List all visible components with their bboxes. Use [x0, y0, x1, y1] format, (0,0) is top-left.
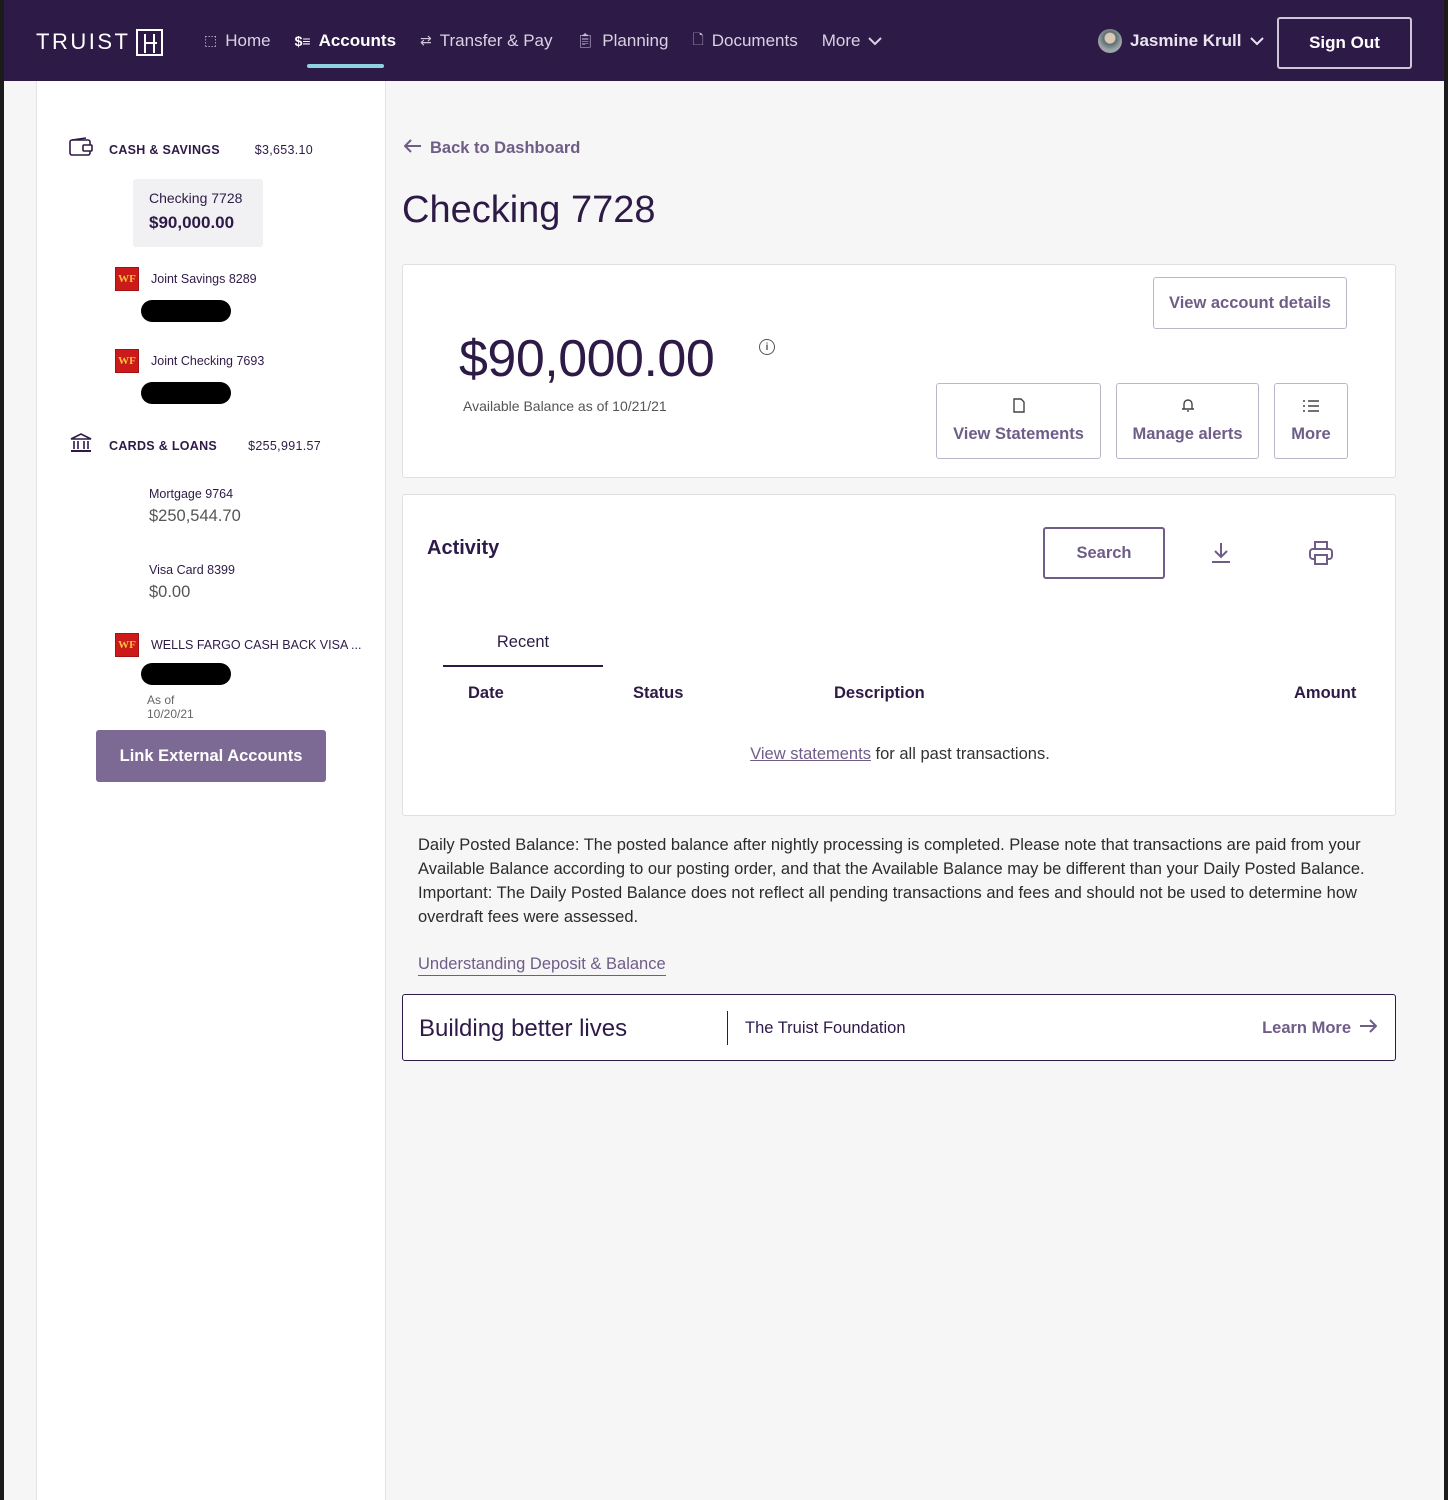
view-statements-label: View Statements — [953, 425, 1084, 443]
view-statements-button[interactable]: View Statements — [936, 383, 1101, 459]
cash-savings-total: $3,653.10 — [254, 143, 313, 157]
search-button[interactable]: Search — [1043, 527, 1165, 579]
more-actions-label: More — [1291, 424, 1331, 443]
account-name: Mortgage 9764 — [149, 487, 234, 501]
learn-more-label: Learn More — [1262, 1019, 1351, 1037]
account-name: Joint Checking 7693 — [151, 354, 265, 368]
account-balance: $90,000.00 — [149, 213, 235, 232]
account-visa-8399[interactable]: Visa Card 8399 $0.00 — [149, 563, 235, 602]
avatar — [1098, 29, 1122, 53]
as-of-date: As of 10/20/21 — [147, 693, 194, 721]
chevron-down-icon — [1249, 31, 1264, 51]
truist-foundation-banner: Building better lives The Truist Foundat… — [402, 994, 1396, 1061]
nav-home-label: Home — [225, 30, 271, 50]
cards-loans-title: CARDS & LOANS — [109, 439, 218, 453]
truist-logo[interactable]: TRUIST — [36, 28, 164, 56]
view-statements-link[interactable]: View statements — [750, 745, 871, 763]
logo-text: TRUIST — [36, 29, 131, 54]
account-balance: $250,544.70 — [149, 507, 241, 525]
nav-more-label: More — [821, 30, 861, 50]
accounts-sidebar: CASH & SAVINGS $3,653.10 Checking 7728 $… — [36, 81, 386, 1500]
activity-title: Activity — [427, 537, 500, 559]
info-icon[interactable]: i — [759, 339, 775, 355]
redacted-balance — [141, 300, 231, 322]
link-external-accounts-button[interactable]: Link External Accounts — [96, 730, 326, 782]
column-amount[interactable]: Amount — [1294, 684, 1356, 703]
page-title: Checking 7728 — [402, 189, 656, 231]
nav-planning-label: Planning — [602, 30, 669, 50]
app-window: TRUIST ⬚ Home $≡ Accounts ⇄ Transfer & P… — [4, 0, 1444, 1500]
account-checking-7728[interactable]: Checking 7728 $90,000.00 — [133, 179, 263, 247]
nav-transfer-pay[interactable]: ⇄ Transfer & Pay — [420, 0, 552, 81]
wallet-icon — [69, 137, 95, 163]
download-icon[interactable] — [1207, 539, 1235, 567]
manage-alerts-button[interactable]: Manage alerts — [1116, 383, 1259, 459]
truist-logo-mark-icon — [136, 28, 164, 56]
documents-icon: 🗋 — [692, 30, 704, 47]
planning-icon: 📋︎ — [576, 32, 595, 48]
view-account-details-button[interactable]: View account details — [1153, 277, 1347, 329]
wells-fargo-icon: WF — [115, 267, 139, 291]
nav-documents[interactable]: 🗋 Documents — [692, 0, 797, 81]
cash-savings-title: CASH & SAVINGS — [109, 143, 220, 157]
redacted-balance — [141, 382, 231, 404]
nav-planning[interactable]: 📋︎ Planning — [577, 0, 669, 81]
top-nav: TRUIST ⬚ Home $≡ Accounts ⇄ Transfer & P… — [4, 0, 1444, 81]
empty-transactions-message: View statements for all past transaction… — [403, 745, 1397, 764]
balance-subtitle: Available Balance as of 10/21/21 — [463, 398, 667, 414]
account-name: Visa Card 8399 — [149, 563, 235, 577]
activity-card: Activity Search Recent Date Status Descr… — [402, 494, 1396, 816]
nav-home[interactable]: ⬚ Home — [204, 0, 271, 81]
nav-transfer-label: Transfer & Pay — [439, 30, 553, 50]
understanding-deposit-balance-link[interactable]: Understanding Deposit & Balance — [418, 955, 666, 976]
promo-title: Building better lives — [419, 1015, 628, 1042]
daily-posted-balance-disclaimer: Daily Posted Balance: The posted balance… — [418, 836, 1365, 926]
column-status[interactable]: Status — [633, 684, 683, 703]
tab-recent[interactable]: Recent — [443, 621, 603, 667]
available-balance: $90,000.00 — [459, 330, 715, 388]
empty-message-text: for all past transactions. — [870, 745, 1050, 763]
account-mortgage-9764[interactable]: Mortgage 9764 $250,544.70 — [149, 487, 241, 526]
wells-fargo-icon: WF — [115, 349, 139, 373]
home-icon: ⬚ — [204, 32, 218, 48]
wells-fargo-icon: WF — [115, 633, 139, 657]
transfer-icon: ⇄ — [420, 32, 432, 48]
accounts-icon: $≡ — [294, 32, 311, 49]
chevron-down-icon — [868, 33, 883, 49]
account-name: Checking 7728 — [149, 190, 243, 206]
cards-loans-total: $255,991.57 — [248, 439, 321, 453]
more-actions-button[interactable]: More — [1274, 383, 1348, 459]
column-description[interactable]: Description — [834, 684, 925, 703]
sign-out-button[interactable]: Sign Out — [1277, 17, 1412, 69]
nav-more[interactable]: More — [822, 0, 883, 81]
main-nav: ⬚ Home $≡ Accounts ⇄ Transfer & Pay 📋︎ P… — [204, 0, 906, 81]
arrow-left-icon — [403, 139, 422, 158]
divider — [727, 1011, 728, 1045]
learn-more-link[interactable]: Learn More — [1262, 1019, 1378, 1038]
bank-icon — [69, 432, 95, 460]
redacted-balance — [141, 663, 231, 685]
cards-loans-header[interactable]: CARDS & LOANS $255,991.57 — [69, 432, 321, 460]
nav-accounts-label: Accounts — [318, 30, 397, 50]
user-menu[interactable]: Jasmine Krull — [1098, 29, 1264, 53]
column-date[interactable]: Date — [468, 684, 504, 703]
account-name: Joint Savings 8289 — [151, 272, 257, 286]
back-label: Back to Dashboard — [430, 139, 581, 157]
account-balance: $0.00 — [149, 583, 191, 601]
document-icon — [1012, 398, 1025, 417]
user-name: Jasmine Krull — [1130, 31, 1242, 50]
balance-card: $90,000.00 i Available Balance as of 10/… — [402, 264, 1396, 478]
cash-savings-header[interactable]: CASH & SAVINGS $3,653.10 — [69, 137, 313, 163]
promo-subtitle: The Truist Foundation — [745, 1019, 906, 1037]
account-name: WELLS FARGO CASH BACK VISA ... — [151, 638, 362, 652]
arrow-right-icon — [1359, 1019, 1378, 1038]
back-to-dashboard-link[interactable]: Back to Dashboard — [403, 139, 581, 158]
nav-accounts[interactable]: $≡ Accounts — [295, 0, 396, 81]
print-icon[interactable] — [1307, 539, 1335, 567]
nav-documents-label: Documents — [711, 30, 798, 50]
bell-icon — [1181, 398, 1195, 417]
list-icon — [1302, 399, 1320, 417]
manage-alerts-label: Manage alerts — [1132, 425, 1243, 443]
